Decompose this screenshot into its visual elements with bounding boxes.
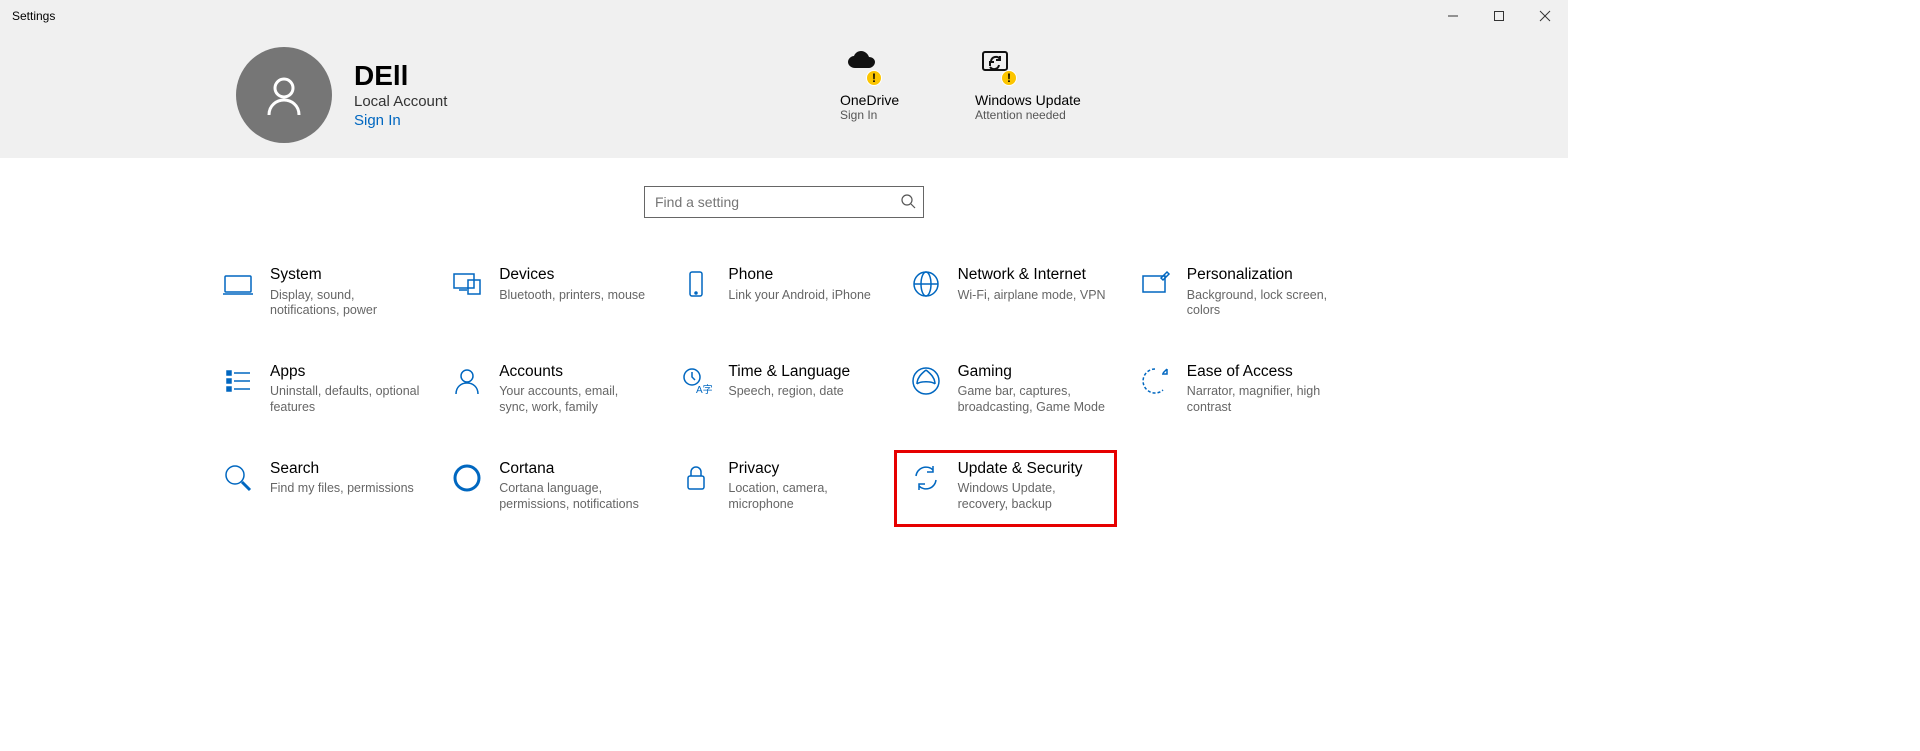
tile-desc: Link your Android, iPhone — [728, 288, 870, 304]
avatar[interactable] — [236, 47, 332, 143]
tile-title: Gaming — [958, 363, 1108, 382]
window-controls — [1430, 0, 1568, 32]
user-block: DEll Local Account Sign In — [354, 61, 447, 130]
tile-desc: Location, camera, microphone — [728, 481, 878, 512]
windows-update-subtitle: Attention needed — [975, 108, 1066, 122]
time-language-icon: A字 — [680, 365, 712, 397]
maximize-button[interactable] — [1476, 0, 1522, 32]
tile-title: System — [270, 266, 420, 285]
tile-desc: Game bar, captures, broadcasting, Game M… — [958, 384, 1108, 415]
window-title: Settings — [12, 9, 55, 23]
onedrive-title: OneDrive — [840, 92, 899, 108]
phone-icon — [680, 268, 712, 300]
user-name: DEll — [354, 61, 447, 92]
tile-title: Privacy — [728, 460, 878, 479]
tile-desc: Background, lock screen, colors — [1187, 288, 1337, 319]
tile-title: Apps — [270, 363, 420, 382]
tile-title: Update & Security — [958, 460, 1108, 479]
tile-title: Search — [270, 460, 414, 479]
tile-desc: Speech, region, date — [728, 384, 850, 400]
tile-desc: Cortana language, permissions, notificat… — [499, 481, 649, 512]
minimize-button[interactable] — [1430, 0, 1476, 32]
search-box — [644, 186, 924, 218]
warning-badge-icon: ! — [866, 70, 882, 86]
tile-title: Cortana — [499, 460, 649, 479]
onedrive-icon: ! — [846, 50, 878, 82]
tile-desc: Uninstall, defaults, optional features — [270, 384, 420, 415]
search-input[interactable] — [644, 186, 924, 218]
tile-accounts[interactable]: Accounts Your accounts, email, sync, wor… — [443, 363, 666, 416]
tile-personalization[interactable]: Personalization Background, lock screen,… — [1131, 266, 1354, 319]
tile-desc: Display, sound, notifications, power — [270, 288, 420, 319]
tile-title: Devices — [499, 266, 645, 285]
tile-ease-of-access[interactable]: Ease of Access Narrator, magnifier, high… — [1131, 363, 1354, 416]
tile-title: Phone — [728, 266, 870, 285]
tile-phone[interactable]: Phone Link your Android, iPhone — [672, 266, 895, 319]
user-account-type: Local Account — [354, 93, 447, 110]
onedrive-status[interactable]: ! OneDrive Sign In — [840, 50, 899, 122]
tile-desc: Bluetooth, printers, mouse — [499, 288, 645, 304]
tile-devices[interactable]: Devices Bluetooth, printers, mouse — [443, 266, 666, 319]
network-icon — [910, 268, 942, 300]
windows-update-title: Windows Update — [975, 92, 1081, 108]
tile-desc: Find my files, permissions — [270, 481, 414, 497]
ease-of-access-icon — [1139, 365, 1171, 397]
settings-grid: System Display, sound, notifications, po… — [214, 266, 1354, 513]
apps-icon — [222, 365, 254, 397]
warning-badge-icon: ! — [1001, 70, 1017, 86]
tile-privacy[interactable]: Privacy Location, camera, microphone — [672, 460, 895, 513]
windows-update-icon: ! — [981, 50, 1013, 82]
update-security-icon — [910, 462, 942, 494]
tile-title: Personalization — [1187, 266, 1337, 285]
accounts-icon — [451, 365, 483, 397]
tile-desc: Windows Update, recovery, backup — [958, 481, 1108, 512]
tile-update-security[interactable]: Update & Security Windows Update, recove… — [902, 460, 1125, 513]
search-category-icon — [222, 462, 254, 494]
tile-cortana[interactable]: Cortana Cortana language, permissions, n… — [443, 460, 666, 513]
tile-gaming[interactable]: Gaming Game bar, captures, broadcasting,… — [902, 363, 1125, 416]
windows-update-status[interactable]: ! Windows Update Attention needed — [975, 50, 1081, 122]
tile-desc: Your accounts, email, sync, work, family — [499, 384, 649, 415]
tile-title: Time & Language — [728, 363, 850, 382]
tile-desc: Wi-Fi, airplane mode, VPN — [958, 288, 1106, 304]
personalization-icon — [1139, 268, 1171, 300]
tile-search[interactable]: Search Find my files, permissions — [214, 460, 437, 513]
privacy-icon — [680, 462, 712, 494]
cortana-icon — [451, 462, 483, 494]
tile-system[interactable]: System Display, sound, notifications, po… — [214, 266, 437, 319]
tile-title: Ease of Access — [1187, 363, 1337, 382]
tile-desc: Narrator, magnifier, high contrast — [1187, 384, 1337, 415]
svg-text:A字: A字 — [696, 383, 712, 396]
tile-network[interactable]: Network & Internet Wi-Fi, airplane mode,… — [902, 266, 1125, 319]
tile-apps[interactable]: Apps Uninstall, defaults, optional featu… — [214, 363, 437, 416]
tile-title: Network & Internet — [958, 266, 1106, 285]
close-button[interactable] — [1522, 0, 1568, 32]
tile-title: Accounts — [499, 363, 649, 382]
search-icon — [900, 193, 916, 209]
tile-time-language[interactable]: A字 Time & Language Speech, region, date — [672, 363, 895, 416]
sign-in-link[interactable]: Sign In — [354, 112, 447, 129]
header: DEll Local Account Sign In ! OneDrive Si… — [0, 32, 1568, 158]
gaming-icon — [910, 365, 942, 397]
onedrive-subtitle: Sign In — [840, 108, 877, 122]
titlebar: Settings — [0, 0, 1568, 32]
system-icon — [222, 268, 254, 300]
devices-icon — [451, 268, 483, 300]
